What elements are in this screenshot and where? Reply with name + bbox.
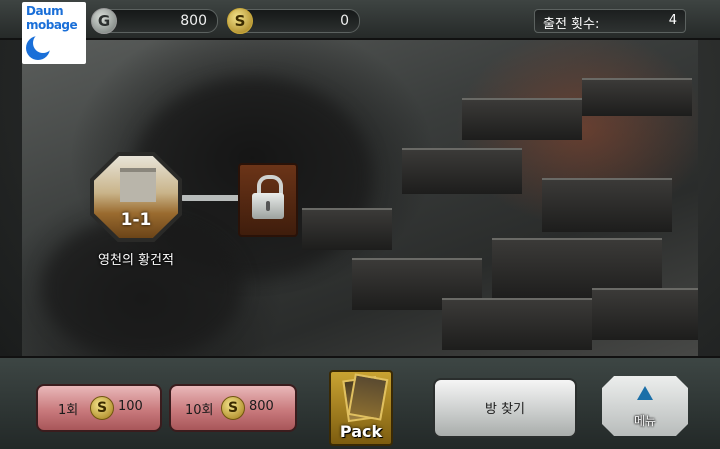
find-room-button[interactable]: 방 찾기 bbox=[433, 378, 577, 438]
gacha-count: 1회 bbox=[58, 403, 79, 418]
silver-value: 0 bbox=[340, 13, 349, 29]
stage-node-1-1[interactable]: 1-1 bbox=[90, 152, 182, 242]
card-pack-button[interactable]: Pack bbox=[329, 370, 393, 446]
logo-text-daum: Daum bbox=[26, 4, 64, 18]
moon-icon bbox=[26, 33, 53, 60]
locked-stage-node[interactable] bbox=[238, 163, 298, 237]
game-screen: G 800 S 0 출전 횟수: 4 Daum mobage 1-1 영천의 황… bbox=[0, 0, 720, 449]
pack-label: Pack bbox=[339, 422, 383, 441]
sortie-count-value: 4 bbox=[668, 13, 677, 28]
silver-counter: S 0 bbox=[227, 8, 360, 34]
gacha-count: 10회 bbox=[185, 403, 214, 418]
sortie-count-label: 출전 횟수: bbox=[543, 17, 600, 32]
stage-path-connector bbox=[180, 195, 242, 201]
gacha-price: 100 bbox=[118, 399, 143, 414]
silver-coin-icon: S bbox=[221, 396, 245, 420]
gold-value: 800 bbox=[180, 13, 207, 29]
gacha-price: 800 bbox=[249, 399, 274, 414]
menu-button[interactable]: 메뉴 bbox=[602, 376, 688, 436]
silver-coin-icon: S bbox=[227, 8, 253, 34]
find-room-label: 방 찾기 bbox=[484, 402, 525, 417]
stage-number: 1-1 bbox=[120, 210, 152, 230]
sortie-count-panel: 출전 횟수: 4 bbox=[534, 9, 686, 33]
gacha-1x-button[interactable]: 1회 S 100 bbox=[36, 384, 162, 432]
lock-icon bbox=[257, 175, 283, 195]
silver-coin-icon: S bbox=[90, 396, 114, 420]
gold-coin-icon: G bbox=[91, 8, 117, 34]
gacha-10x-button[interactable]: 10회 S 800 bbox=[169, 384, 297, 432]
daum-mobage-logo[interactable]: Daum mobage bbox=[22, 2, 86, 64]
menu-label: 메뉴 bbox=[633, 414, 657, 428]
castle-gate-icon bbox=[120, 168, 156, 202]
triangle-up-icon bbox=[637, 386, 653, 400]
logo-text-mobage: mobage bbox=[26, 18, 78, 32]
stage-name: 영천의 황건적 bbox=[98, 253, 174, 268]
gold-counter: G 800 bbox=[91, 8, 218, 34]
